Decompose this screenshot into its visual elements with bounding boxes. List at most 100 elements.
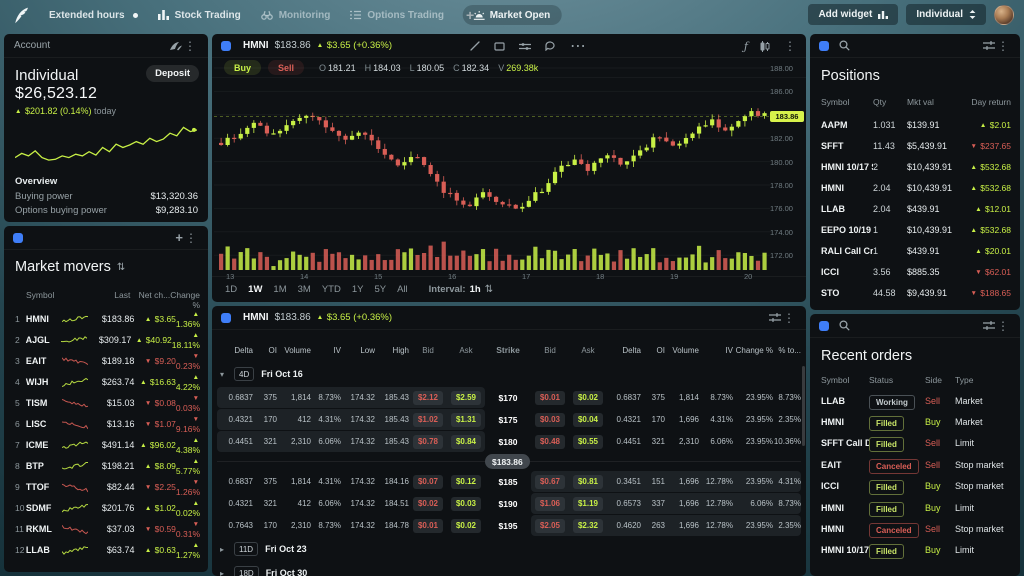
option-bid-cell[interactable]: $0.01: [531, 391, 569, 405]
option-ask-cell[interactable]: $0.02: [569, 391, 607, 405]
order-row[interactable]: LLABWorkingSellMarket: [821, 390, 1011, 411]
fx-function-icon[interactable]: ƒ: [744, 40, 748, 53]
position-row[interactable]: ICCI3.56$885.35▼ $62.01: [821, 261, 1011, 282]
option-bid-cell[interactable]: $1.06: [531, 497, 569, 511]
option-expiry-group[interactable]: ▸18DFri Oct 30: [217, 561, 801, 576]
position-row[interactable]: SFFT11.43$5,439.91▼ $237.65: [821, 135, 1011, 156]
position-row[interactable]: LLAB2.04$439.91▲ $12.01: [821, 198, 1011, 219]
position-row[interactable]: STO44.58$9,439.91▼ $188.65: [821, 282, 1011, 303]
sort-icon[interactable]: ⇅: [117, 262, 125, 273]
option-bid-cell[interactable]: $0.67: [531, 475, 569, 489]
option-chain-row[interactable]: 0.43213214126.06%174.32184.51$0.02$0.03$…: [217, 493, 801, 514]
draw-line-tool-icon[interactable]: [470, 41, 480, 51]
option-ask-cell[interactable]: $0.12: [447, 475, 485, 489]
account-selector-dropdown[interactable]: Individual: [906, 4, 986, 25]
candle-style-icon[interactable]: [760, 41, 770, 52]
market-mover-row[interactable]: 4WIJH$263.74▲ $16.63▲ 4.22%: [15, 371, 200, 392]
option-ask-cell[interactable]: $2.32: [569, 519, 607, 533]
option-expiry-group[interactable]: ▾4DFri Oct 16: [217, 362, 801, 386]
interval-selector[interactable]: Interval:1h⇅: [429, 284, 493, 295]
timeframe-button[interactable]: 3M: [298, 284, 311, 295]
option-ask-cell[interactable]: $0.81: [569, 475, 607, 489]
market-mover-row[interactable]: 1HMNI$183.86▲ $3.65▲ 1.36%: [15, 308, 200, 329]
order-row[interactable]: ICCIFilledBuyStop market: [821, 476, 1011, 497]
option-ask-cell[interactable]: $0.04: [569, 413, 607, 427]
candlestick-chart[interactable]: [214, 64, 774, 281]
column-settings-icon[interactable]: [769, 313, 781, 322]
option-ask-cell[interactable]: $0.55: [569, 435, 607, 449]
indicators-icon[interactable]: [519, 42, 531, 51]
option-bid-cell[interactable]: $0.48: [531, 435, 569, 449]
tab-stock-trading[interactable]: Stock Trading: [158, 10, 241, 21]
deposit-button[interactable]: Deposit: [146, 65, 199, 82]
option-bid-cell[interactable]: $1.02: [409, 413, 447, 427]
position-row[interactable]: EEPO 10/19 $456 Put1$10,439.91▲ $532.68: [821, 219, 1011, 240]
timeframe-button[interactable]: 1Y: [352, 284, 364, 295]
option-bid-cell[interactable]: $0.01: [409, 519, 447, 533]
option-expiry-group[interactable]: ▸11DFri Oct 23: [217, 537, 801, 561]
option-chain-row[interactable]: 0.43211704124.31%174.32185.43$1.02$1.31$…: [217, 409, 801, 430]
kebab-menu-icon[interactable]: ⋮: [995, 320, 1011, 332]
timeframe-button[interactable]: 5Y: [374, 284, 386, 295]
position-row[interactable]: AAPM1.031$139.91▲ $2.01: [821, 114, 1011, 135]
filter-sliders-icon[interactable]: [983, 321, 995, 330]
account-menu-kebab-icon[interactable]: ⋮: [182, 40, 198, 52]
widget-drag-handle[interactable]: [13, 233, 23, 243]
feather-customize-icon[interactable]: [170, 41, 182, 51]
tab-monitoring[interactable]: Monitoring: [261, 10, 331, 21]
position-row[interactable]: HMNI2.04$10,439.91▲ $532.68: [821, 177, 1011, 198]
option-bid-cell[interactable]: $0.02: [409, 497, 447, 511]
option-bid-cell[interactable]: $0.03: [531, 413, 569, 427]
comment-bubble-icon[interactable]: [545, 41, 556, 51]
scrollbar-thumb[interactable]: [802, 366, 805, 446]
option-ask-cell[interactable]: $0.02: [447, 519, 485, 533]
extended-hours-toggle[interactable]: Extended hours: [49, 10, 138, 21]
market-mover-row[interactable]: 8BTP$198.21▲ $8.09▲ 5.77%: [15, 455, 200, 476]
option-bid-cell[interactable]: $2.12: [409, 391, 447, 405]
kebab-menu-icon[interactable]: ⋮: [183, 232, 199, 244]
order-row[interactable]: EAITCanceledSellStop market: [821, 454, 1011, 475]
timeframe-button[interactable]: 1D: [225, 284, 237, 295]
widget-drag-handle[interactable]: [819, 321, 829, 331]
market-mover-row[interactable]: 2AJGL$309.17▲ $40.92▲ 18.11%: [15, 329, 200, 350]
option-chain-row[interactable]: 0.76431702,3108.73%174.32184.78$0.01$0.0…: [217, 515, 801, 536]
order-row[interactable]: HMNICanceledSellStop market: [821, 518, 1011, 539]
option-chain-row[interactable]: 0.44513212,3106.06%174.32185.43$0.78$0.8…: [217, 431, 801, 452]
filter-sliders-icon[interactable]: [983, 41, 995, 50]
search-icon[interactable]: [839, 40, 850, 51]
kebab-menu-icon[interactable]: ⋮: [782, 40, 798, 52]
option-chain-row[interactable]: 0.68373751,8148.73%174.32185.43$2.12$2.5…: [217, 387, 801, 408]
widget-drag-handle[interactable]: [221, 41, 231, 51]
market-mover-row[interactable]: 12LLAB$63.74▲ $0.63▲ 1.27%: [15, 539, 200, 560]
tab-options-trading[interactable]: Options Trading: [350, 10, 444, 21]
market-mover-row[interactable]: 11RKML$37.03▼ $0.59▼ 0.31%: [15, 518, 200, 539]
option-bid-cell[interactable]: $0.07: [409, 475, 447, 489]
add-icon[interactable]: +: [175, 230, 183, 245]
option-bid-cell[interactable]: $2.05: [531, 519, 569, 533]
widget-drag-handle[interactable]: [819, 41, 829, 51]
timeframe-button[interactable]: All: [397, 284, 408, 295]
option-chain-row[interactable]: 0.68373751,8144.31%174.32184.16$0.07$0.1…: [217, 471, 801, 492]
option-ask-cell[interactable]: $2.59: [447, 391, 485, 405]
order-row[interactable]: HMNIFilledBuyMarket: [821, 411, 1011, 432]
option-ask-cell[interactable]: $0.03: [447, 497, 485, 511]
option-ask-cell[interactable]: $1.31: [447, 413, 485, 427]
timeframe-button[interactable]: 1W: [248, 284, 262, 295]
market-mover-row[interactable]: 7ICME$491.14▲ $96.02▲ 4.38%: [15, 434, 200, 455]
user-avatar[interactable]: [994, 5, 1014, 25]
add-widget-button[interactable]: Add widget: [808, 4, 898, 25]
option-ask-cell[interactable]: $0.84: [447, 435, 485, 449]
position-row[interactable]: HMNI 10/17 $195 Call2$10,439.91▲ $532.68: [821, 156, 1011, 177]
rectangle-tool-icon[interactable]: [494, 42, 505, 51]
search-icon[interactable]: [839, 320, 850, 331]
market-mover-row[interactable]: 6LISC$13.16▼ $1.07▼ 9.16%: [15, 413, 200, 434]
app-logo-feather-icon[interactable]: [14, 7, 29, 24]
order-row[interactable]: SFFT Call Debit SpreadFilledSellLimit: [821, 433, 1011, 454]
market-mover-row[interactable]: 10SDMF$201.76▲ $1.02▲ 0.02%: [15, 497, 200, 518]
order-row[interactable]: HMNIFilledBuyLimit: [821, 497, 1011, 518]
widget-drag-handle[interactable]: [221, 313, 231, 323]
option-bid-cell[interactable]: $0.78: [409, 435, 447, 449]
market-mover-row[interactable]: 9TTOF$82.44▼ $2.25▼ 1.26%: [15, 476, 200, 497]
market-mover-row[interactable]: 3EAIT$189.18▼ $9.20▼ 0.23%: [15, 350, 200, 371]
timeframe-button[interactable]: YTD: [322, 284, 341, 295]
